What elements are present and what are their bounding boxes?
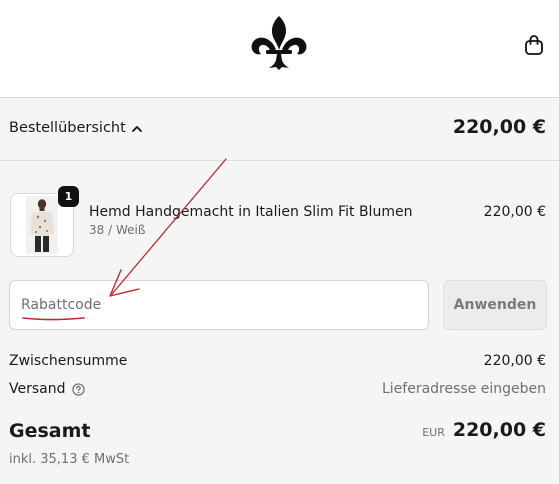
subtotal-value: 220,00 € [483,353,546,369]
shipping-label: Versand [9,381,66,397]
product-price: 220,00 € [483,204,546,220]
order-summary-total: 220,00 € [452,116,546,138]
tax-note: inkl. 35,13 € MwSt [9,452,130,467]
question-circle-icon[interactable] [71,382,85,396]
shopping-bag-icon [525,35,543,55]
site-header [0,0,559,98]
subtotal-label: Zwischensumme [9,353,128,369]
order-summary-toggle[interactable]: Bestellübersicht [9,120,142,136]
cart-button[interactable] [522,32,546,58]
product-variant: 38 / Weiß [89,223,146,237]
currency-code: EUR [422,426,445,439]
discount-code-input[interactable] [9,280,429,330]
shipping-value: Lieferadresse eingeben [381,381,546,397]
chevron-up-icon [131,125,142,132]
grand-total-label: Gesamt [9,420,91,442]
shipping-row: Versand [9,381,85,397]
fleur-de-lis-icon[interactable] [249,14,309,72]
quantity-badge: 1 [58,186,79,207]
grand-total: EUR 220,00 € [422,419,546,441]
order-summary-label: Bestellübersicht [9,120,126,136]
grand-total-value: 220,00 € [452,419,546,441]
apply-discount-button[interactable]: Anwenden [443,280,547,330]
product-name: Hemd Handgemacht in Italien Slim Fit Blu… [89,204,413,220]
